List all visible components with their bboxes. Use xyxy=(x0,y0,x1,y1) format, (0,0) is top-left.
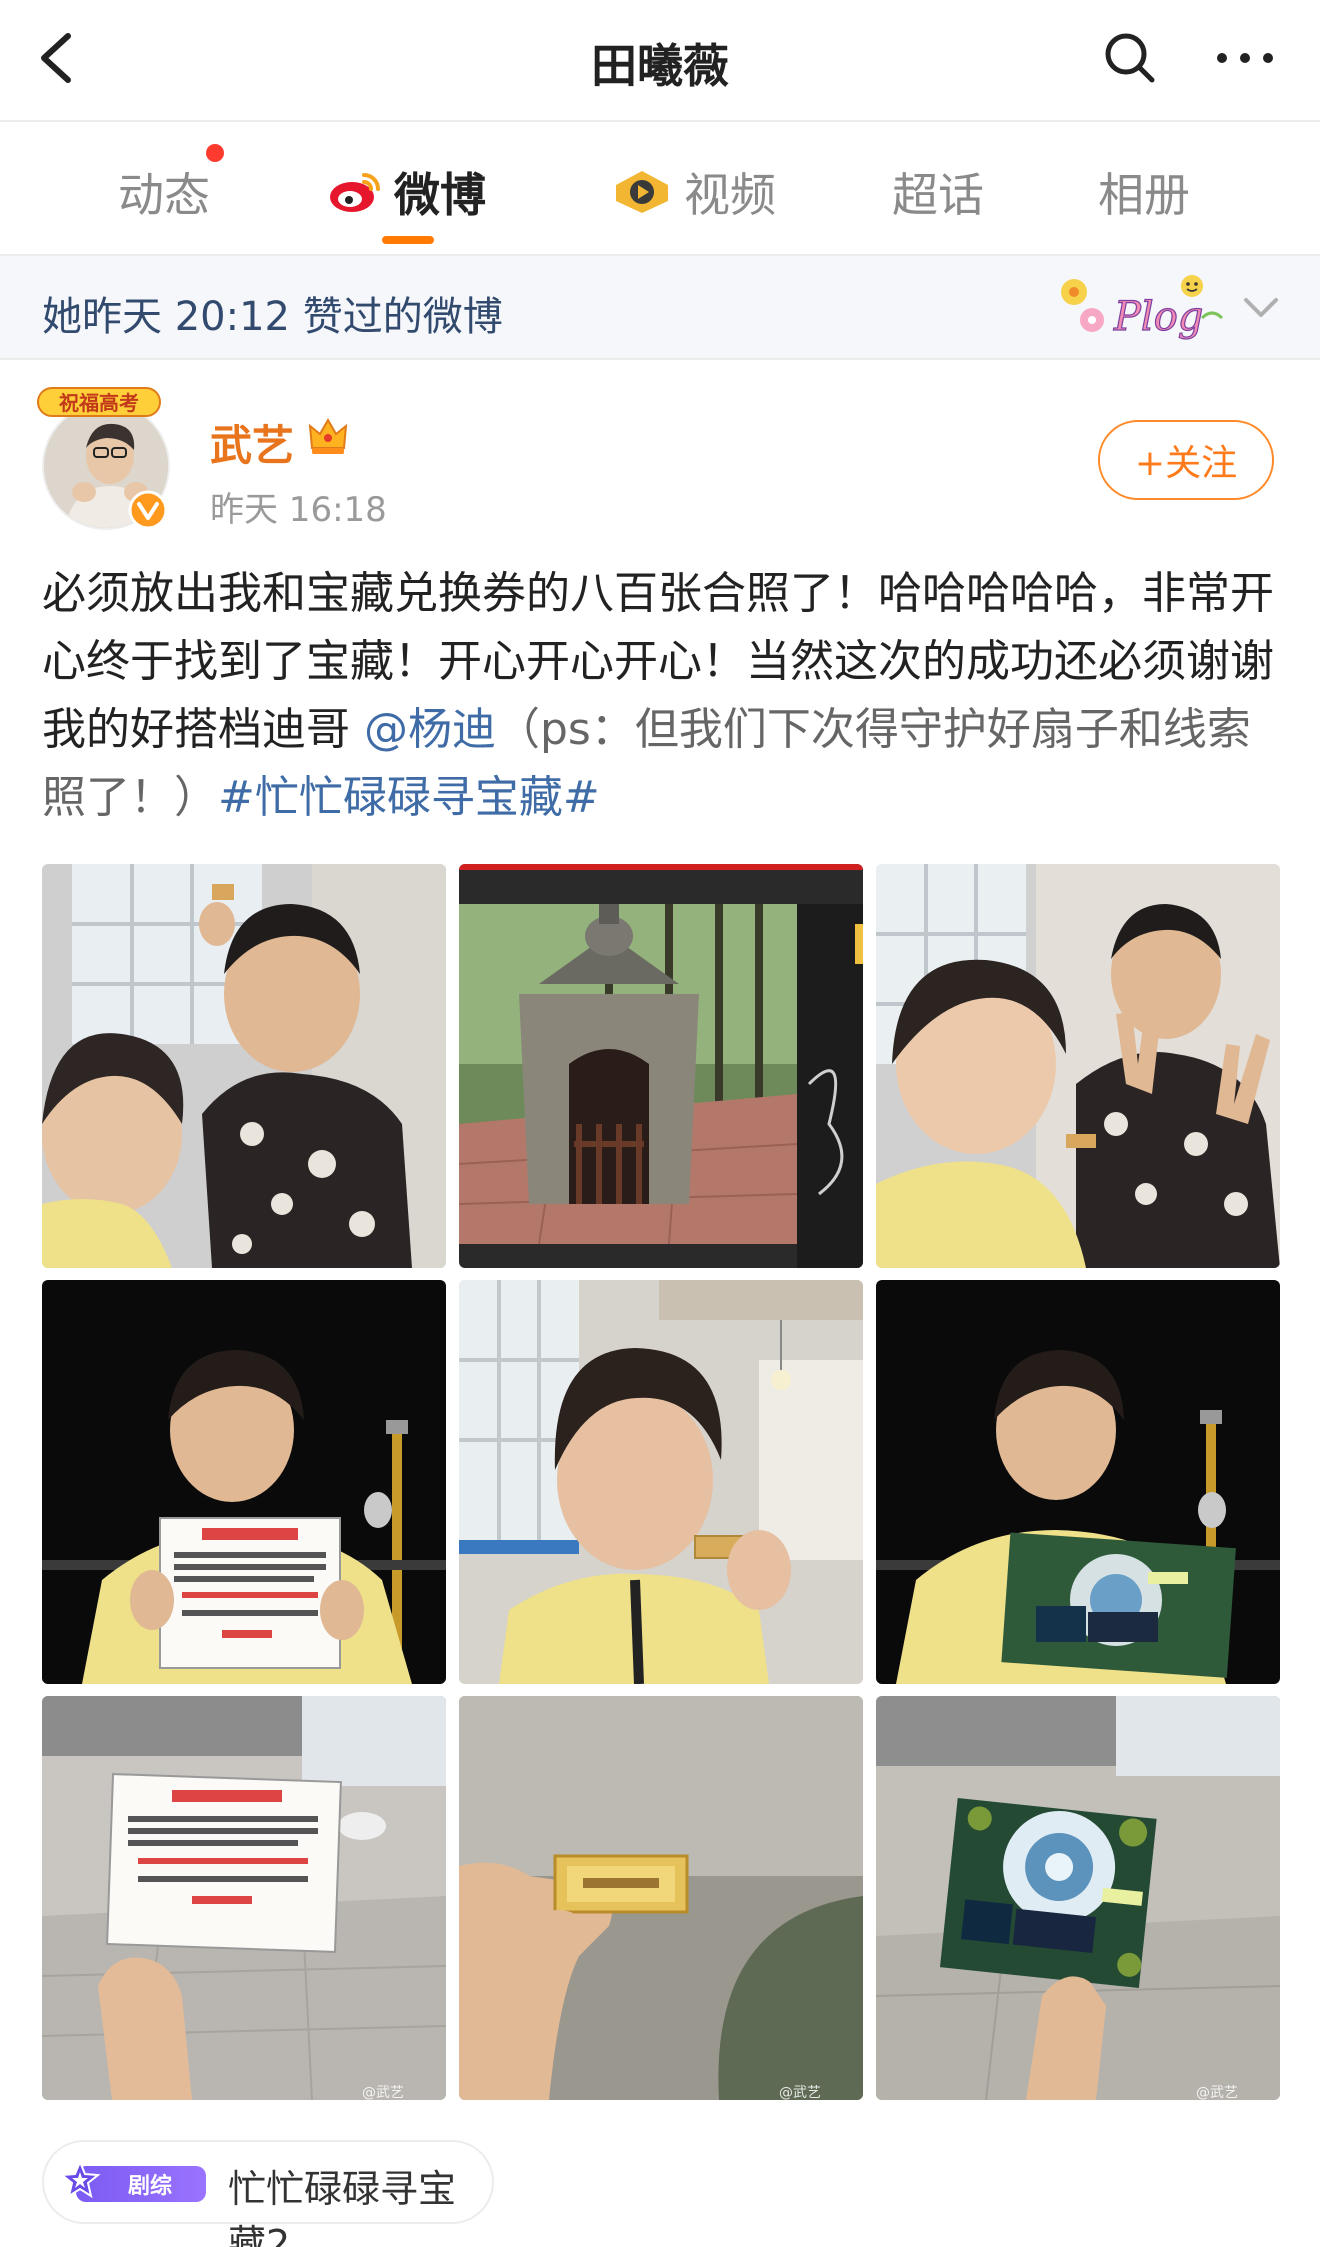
active-tab-indicator xyxy=(382,236,434,244)
tab-dynamic[interactable]: 动态 xyxy=(118,162,210,222)
tab-super-topic[interactable]: 超话 xyxy=(892,162,984,222)
tab-label: 相册 xyxy=(1098,168,1190,222)
top-nav-bar: 田曦薇 xyxy=(0,0,1320,122)
tab-video[interactable]: 视频 xyxy=(612,162,776,222)
tab-label: 视频 xyxy=(684,168,776,222)
post-time: 昨天 16:18 xyxy=(210,490,387,530)
more-options-icon[interactable] xyxy=(1210,28,1280,88)
watermark: @武艺 xyxy=(362,2085,404,2101)
tab-label: 动态 xyxy=(118,168,210,222)
author-avatar[interactable]: 祝福高考 xyxy=(36,384,176,536)
photo-7[interactable] xyxy=(42,1696,446,2100)
tab-label: 超话 xyxy=(892,168,984,222)
photo-9[interactable] xyxy=(876,1696,1280,2100)
weibo-logo-icon xyxy=(330,173,380,212)
variety-show-badge-text: 剧综 xyxy=(128,2173,172,2199)
liked-notice-text: 她昨天 20:12 赞过的微博 xyxy=(42,294,503,340)
profile-tabs: 动态 微博 视频 超话 相册 xyxy=(0,122,1320,256)
video-logo-icon xyxy=(616,171,668,213)
photo-4[interactable] xyxy=(42,1280,446,1684)
tab-weibo[interactable]: 微博 xyxy=(328,162,486,222)
photo-3[interactable] xyxy=(876,864,1280,1268)
search-icon[interactable] xyxy=(1100,28,1160,88)
crown-member-icon xyxy=(306,414,350,458)
follow-button[interactable]: +关注 xyxy=(1098,420,1274,500)
photo-8[interactable] xyxy=(459,1696,863,2100)
topic-name: 忙忙碌碌寻宝藏2 xyxy=(228,2167,457,2247)
liked-notice-bar[interactable]: 她昨天 20:12 赞过的微博 Plog xyxy=(0,256,1320,360)
photo-5[interactable] xyxy=(459,1280,863,1684)
plog-text: Plog xyxy=(1113,294,1203,340)
watermark: @武艺 xyxy=(1196,2085,1238,2101)
post-body-text: 必须放出我和宝藏兑换券的八百张合照了！哈哈哈哈哈，非常开心终于找到了宝藏！开心开… xyxy=(42,560,1282,832)
tab-label: 微博 xyxy=(394,168,486,222)
notification-dot-icon xyxy=(206,144,224,162)
topic-tag-button[interactable]: 剧综 忙忙碌碌寻宝藏2 xyxy=(42,2140,494,2247)
photo-1[interactable] xyxy=(42,864,446,1268)
verified-badge-icon xyxy=(128,490,168,530)
plog-sticker-icon: Plog xyxy=(1052,268,1228,348)
mention-link[interactable]: @杨迪 xyxy=(364,704,496,755)
avatar-frame-badge: 祝福高考 xyxy=(36,384,162,418)
tab-album[interactable]: 相册 xyxy=(1098,162,1190,222)
variety-show-badge: 剧综 xyxy=(59,2159,210,2206)
watermark: @武艺 xyxy=(779,2085,821,2101)
avatar-frame-text: 祝福高考 xyxy=(59,391,139,415)
photo-grid: @武艺 @武艺 @武艺 xyxy=(42,864,1280,2101)
author-name[interactable]: 武艺 xyxy=(210,412,294,473)
photo-2[interactable] xyxy=(459,864,863,1268)
photo-6[interactable] xyxy=(876,1280,1280,1684)
hashtag-link[interactable]: #忙忙碌碌寻宝藏# xyxy=(218,772,600,823)
chevron-down-icon[interactable] xyxy=(1240,286,1282,328)
